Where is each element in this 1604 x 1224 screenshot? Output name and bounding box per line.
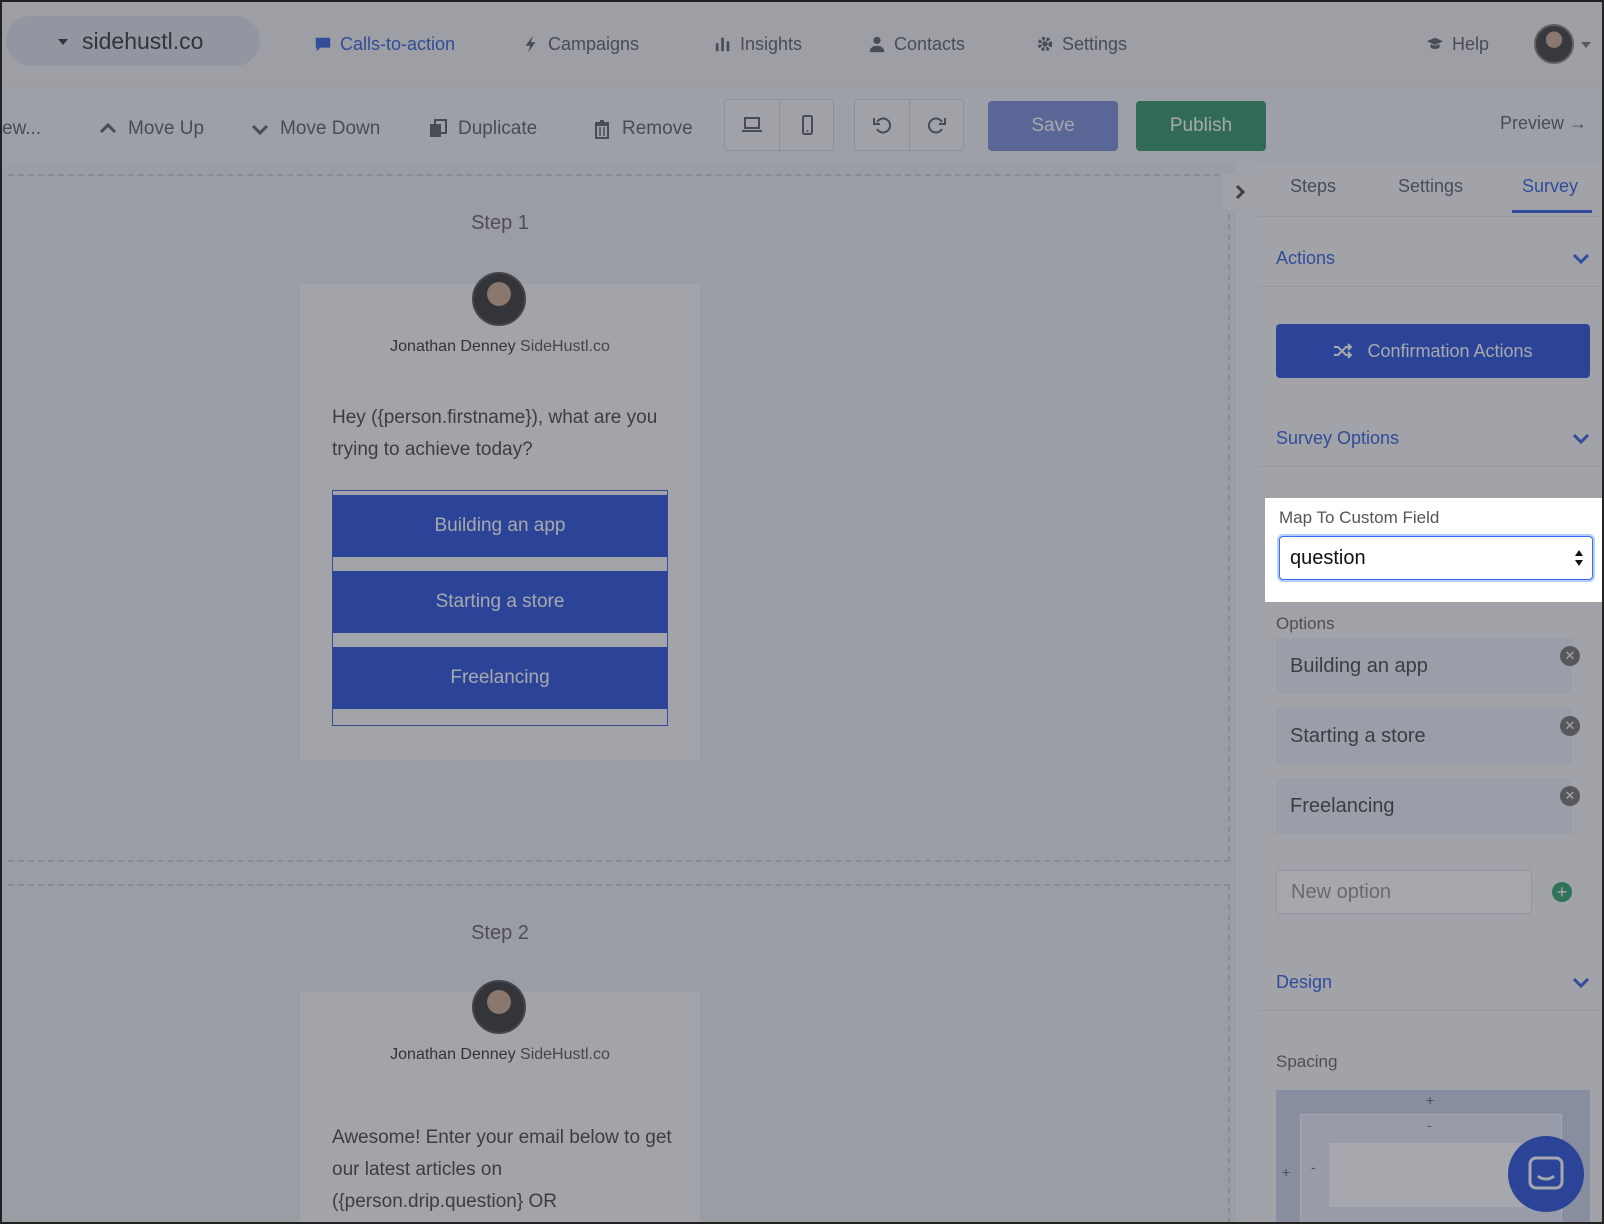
tour-overlay [2, 2, 1602, 498]
tour-overlay [2, 602, 1602, 1222]
select-arrows-icon [1575, 550, 1583, 566]
tour-overlay [2, 498, 1265, 602]
app-window: sidehustl.co Calls-to-action Campaigns I… [0, 0, 1604, 1224]
map-custom-field-select[interactable]: question [1279, 536, 1593, 580]
map-custom-field-value: question [1290, 546, 1366, 569]
highlighted-field: Map To Custom Field question [1265, 498, 1602, 602]
map-custom-field-label: Map To Custom Field [1279, 508, 1440, 527]
